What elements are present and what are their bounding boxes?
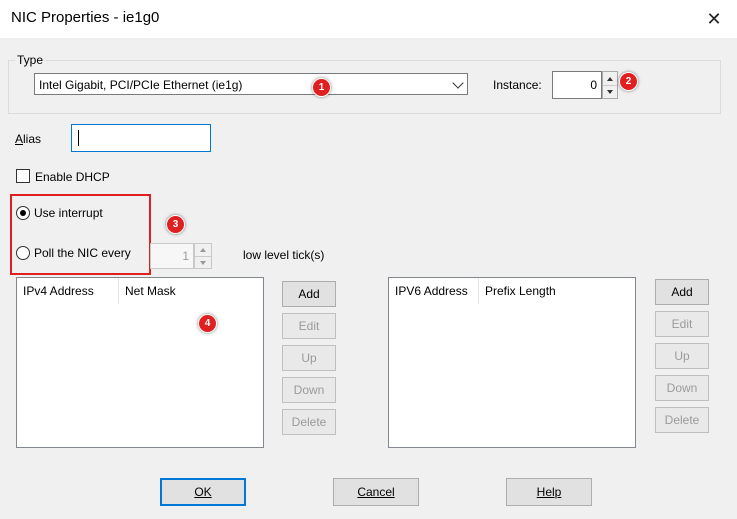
ok-button[interactable]: OK [160,478,246,506]
ipv6-down-button[interactable]: Down [655,375,709,401]
nic-type-value: Intel Gigabit, PCI/PCIe Ethernet (ie1g) [39,78,243,92]
close-icon[interactable]: ✕ [703,8,725,30]
stepper-up-button[interactable] [195,244,211,256]
instance-input[interactable]: 0 [552,71,602,99]
poll-nic-radio[interactable] [16,246,30,260]
poll-nic-label: Poll the NIC every [34,246,131,260]
annotation-badge-4: 4 [198,314,217,333]
ok-label: OK [194,485,212,499]
net-mask-column-header[interactable]: Net Mask [119,278,264,304]
use-interrupt-radio[interactable] [16,206,30,220]
ipv6-address-column-header[interactable]: IPV6 Address [389,278,479,304]
alias-input[interactable] [71,124,211,152]
annotation-badge-1: 1 [312,78,331,97]
poll-interval-input[interactable]: 1 [150,243,194,269]
ipv4-add-button[interactable]: Add [282,281,336,307]
prefix-length-column-header[interactable]: Prefix Length [479,278,636,304]
instance-value: 0 [590,78,597,92]
ipv4-edit-button[interactable]: Edit [282,313,336,339]
ipv4-address-column-header[interactable]: IPv4 Address [17,278,119,304]
nic-type-dropdown[interactable]: Intel Gigabit, PCI/PCIe Ethernet (ie1g) [34,73,468,95]
enable-dhcp-label: Enable DHCP [35,170,110,184]
stepper-down-button[interactable] [195,256,211,268]
type-group-label: Type [15,53,46,67]
ipv4-list[interactable]: IPv4 Address Net Mask [16,277,264,448]
ipv4-delete-button[interactable]: Delete [282,409,336,435]
poll-interval-value: 1 [182,249,189,263]
text-cursor [78,130,79,146]
use-interrupt-label: Use interrupt [34,206,103,220]
chevron-down-icon [452,77,464,89]
instance-stepper[interactable] [602,71,618,99]
poll-interval-stepper[interactable] [194,243,212,269]
tick-label: low level tick(s) [243,248,325,262]
stepper-down-button[interactable] [603,85,617,98]
stepper-up-button[interactable] [603,72,617,85]
ipv6-list[interactable]: IPV6 Address Prefix Length [388,277,636,448]
window-title: NIC Properties - ie1g0 [11,9,160,26]
ipv6-up-button[interactable]: Up [655,343,709,369]
help-label: Help [536,485,562,499]
ipv6-delete-button[interactable]: Delete [655,407,709,433]
help-button[interactable]: Help [506,478,592,506]
enable-dhcp-checkbox[interactable] [16,169,30,183]
ipv4-down-button[interactable]: Down [282,377,336,403]
ipv4-up-button[interactable]: Up [282,345,336,371]
cancel-button[interactable]: Cancel [333,478,419,506]
annotation-badge-3: 3 [166,215,185,234]
cancel-label: Cancel [357,485,395,499]
ipv6-edit-button[interactable]: Edit [655,311,709,337]
annotation-badge-2: 2 [619,72,638,91]
alias-label: Alias [15,132,42,146]
ipv6-add-button[interactable]: Add [655,279,709,305]
instance-label: Instance: [493,78,542,92]
